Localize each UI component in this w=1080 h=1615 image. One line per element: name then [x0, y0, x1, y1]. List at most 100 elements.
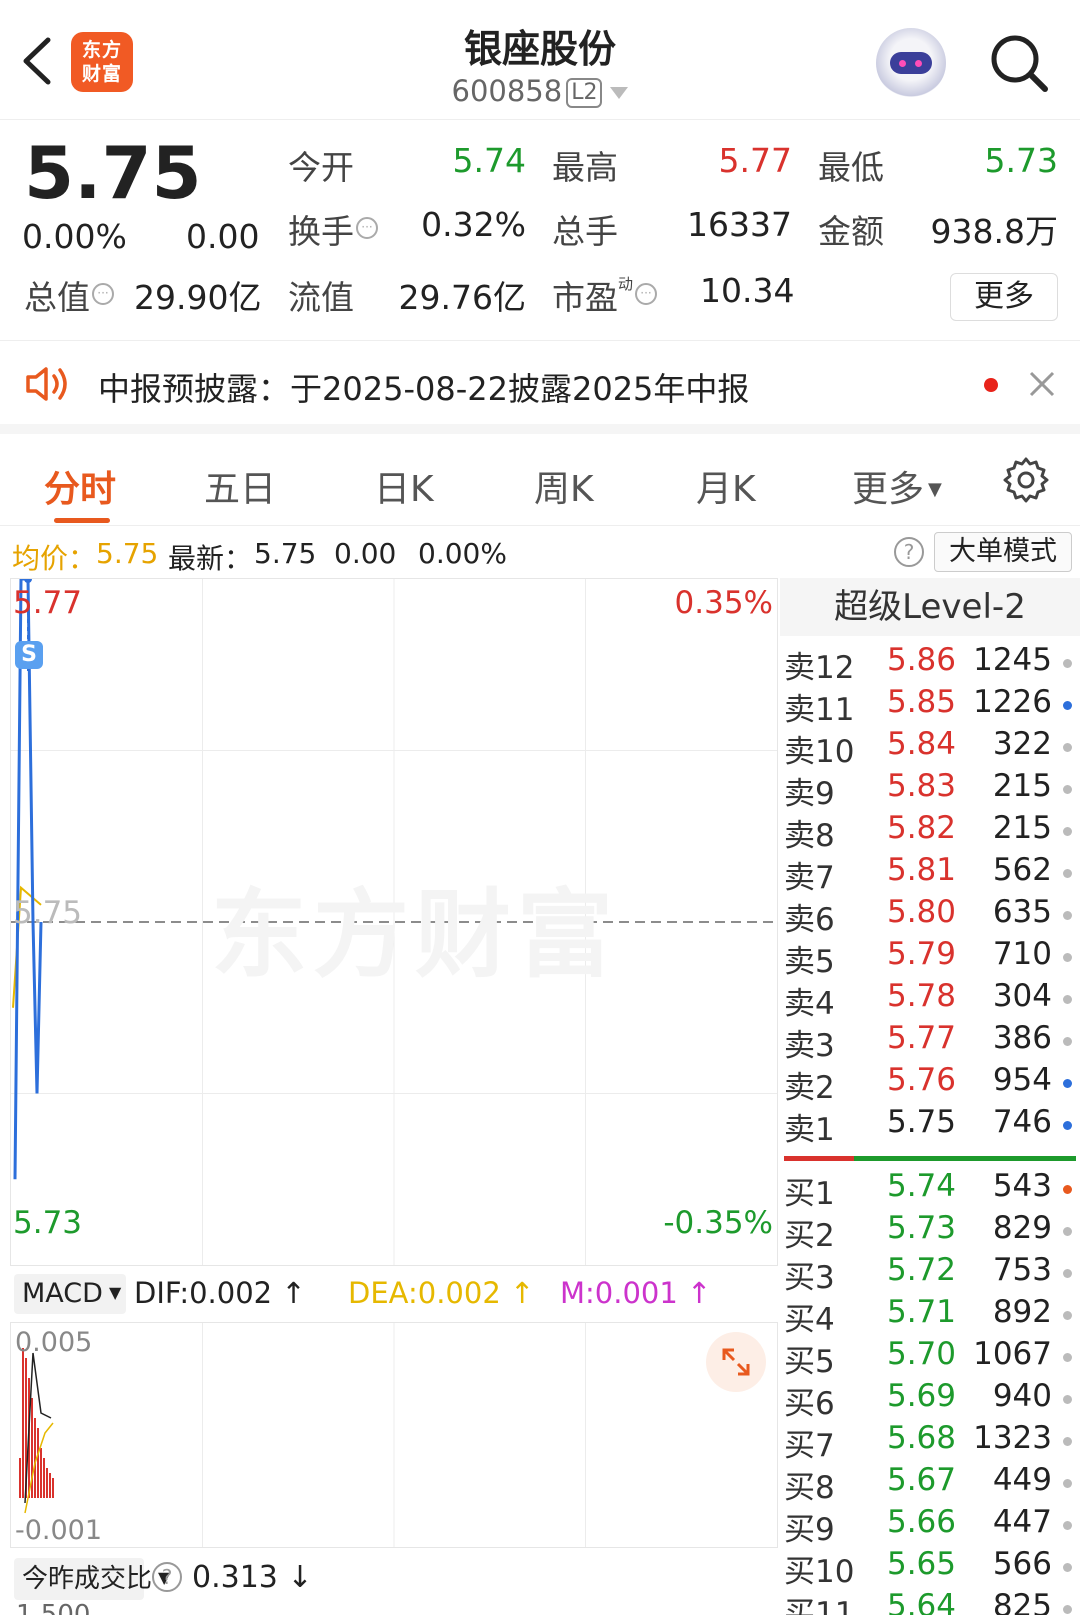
ask-row[interactable]: 卖1 5.75 746 [784, 1104, 1080, 1148]
macd-top-label: 0.005 [15, 1327, 93, 1358]
bid-row[interactable]: 买9 5.66 447 [784, 1504, 1080, 1548]
order-price: 5.69 [886, 1378, 956, 1414]
ask-row[interactable]: 卖10 5.84 322 [784, 726, 1080, 770]
latest-percent: 0.00% [418, 537, 507, 570]
order-volume: 449 [992, 1462, 1052, 1498]
ask-row[interactable]: 卖12 5.86 1245 [784, 642, 1080, 686]
bid-row[interactable]: 买10 5.65 566 [784, 1546, 1080, 1590]
order-level-label: 买8 [784, 1470, 835, 1506]
avg-price-row: 均价： 5.75 最新： 5.75 0.00 0.00% ? 大单模式 [0, 527, 1080, 577]
ask-row[interactable]: 卖4 5.78 304 [784, 978, 1080, 1022]
macd-m: M:0.001 ↑ [560, 1276, 712, 1310]
pe-label[interactable]: 市盈动 ··· [552, 271, 658, 319]
macd-bar: MACD ▼ DIF:0.002 ↑ DEA:0.002 ↑ M:0.001 ↑ [10, 1266, 778, 1322]
gear-icon[interactable] [1002, 456, 1050, 504]
macd-select[interactable]: MACD ▼ [14, 1274, 126, 1314]
order-dot [1063, 1185, 1072, 1194]
turnover-label[interactable]: 换手 ··· [288, 205, 378, 253]
s-marker-badge[interactable]: S [15, 641, 43, 669]
bid-row[interactable]: 买4 5.71 892 [784, 1294, 1080, 1338]
order-volume: 825 [992, 1588, 1052, 1615]
order-dot [1063, 701, 1072, 710]
quote-panel: 5.75 0.00% 0.00 今开 5.74 最高 5.77 最低 5.73 … [0, 121, 1080, 341]
bid-row[interactable]: 买1 5.74 543 [784, 1168, 1080, 1212]
volume-ratio-value: 0.313 ↓ [192, 1560, 313, 1595]
level-badge: L2 [566, 78, 603, 108]
amount-value: 938.8万 [930, 212, 1058, 251]
amount-label: 金额 [818, 212, 884, 251]
macd-chart[interactable]: 0.005 -0.001 [10, 1322, 778, 1548]
tab-more[interactable]: 更多 ▼ [852, 460, 942, 512]
macd-grid [202, 1323, 586, 1547]
tab-monthly-k[interactable]: 月K [696, 460, 756, 512]
y-label-bottom: 5.73 [13, 1205, 83, 1241]
bid-row[interactable]: 买11 5.64 825 [784, 1588, 1080, 1615]
order-price: 5.81 [886, 852, 956, 888]
change-percent: 0.00% [22, 217, 127, 256]
header: 东方 财富 银座股份 600858 L2 [0, 0, 1080, 120]
macd-bar [49, 1473, 51, 1498]
order-price: 5.86 [886, 642, 956, 678]
order-dot [1063, 1479, 1072, 1488]
unread-dot [984, 378, 998, 392]
bid-row[interactable]: 买2 5.73 829 [784, 1210, 1080, 1254]
search-icon[interactable] [988, 32, 1050, 94]
tab-daily-k[interactable]: 日K [374, 460, 434, 512]
y-label-right-top: 0.35% [674, 585, 773, 621]
macd-bar [40, 1448, 42, 1498]
macd-bar [34, 1418, 36, 1498]
float-value: 29.76亿 [398, 278, 526, 317]
bid-row[interactable]: 买3 5.72 753 [784, 1252, 1080, 1296]
high-label: 最高 [552, 148, 618, 187]
ask-row[interactable]: 卖11 5.85 1226 [784, 684, 1080, 728]
ask-row[interactable]: 卖9 5.83 215 [784, 768, 1080, 812]
bid-row[interactable]: 买8 5.67 449 [784, 1462, 1080, 1506]
ask-row[interactable]: 卖7 5.81 562 [784, 852, 1080, 896]
volume-ratio-select[interactable]: 今昨成交比 ▼ [14, 1558, 170, 1600]
order-volume: 940 [992, 1378, 1052, 1414]
more-quote-button[interactable]: 更多 [950, 273, 1058, 321]
order-price: 5.73 [886, 1210, 956, 1246]
tab-five-day[interactable]: 五日 [204, 460, 276, 512]
volume-value: 16337 [687, 205, 792, 244]
ask-row[interactable]: 卖2 5.76 954 [784, 1062, 1080, 1106]
order-price: 5.70 [886, 1336, 956, 1372]
help-icon[interactable]: ? [152, 1562, 182, 1592]
volume-label: 总手 [552, 212, 618, 251]
macd-chart-svg [19, 1323, 586, 1547]
order-dot [1063, 1563, 1072, 1572]
order-dot [1063, 785, 1072, 794]
order-level-label: 卖3 [784, 1028, 835, 1064]
chart-tabs: 分时 五日 日K 周K 月K 更多 ▼ [0, 434, 1080, 526]
assistant-robot-icon[interactable] [876, 28, 946, 98]
intraday-chart[interactable]: 东方财富 5.77 5.75 5.73 0.35% -0.35% S [10, 578, 778, 1266]
expand-button[interactable] [706, 1332, 766, 1392]
tab-weekly-k[interactable]: 周K [534, 460, 594, 512]
order-volume: 215 [992, 768, 1052, 804]
close-icon[interactable] [1026, 368, 1058, 400]
ask-row[interactable]: 卖3 5.77 386 [784, 1020, 1080, 1064]
order-volume: 1245 [973, 642, 1052, 678]
help-icon[interactable]: ? [894, 537, 924, 567]
level2-order-book[interactable]: 超级Level-2 卖12 5.86 1245 卖11 5.85 1226 卖10 5.84 3… [780, 578, 1080, 1615]
tab-intraday[interactable]: 分时 [44, 460, 116, 512]
order-level-label: 买6 [784, 1386, 835, 1422]
notice-bar[interactable]: 中报预披露：于2025-08-22披露2025年中报 [0, 342, 1080, 434]
mktcap-label[interactable]: 总值 ··· [24, 271, 114, 319]
bid-row[interactable]: 买7 5.68 1323 [784, 1420, 1080, 1464]
ask-row[interactable]: 卖8 5.82 215 [784, 810, 1080, 854]
bid-row[interactable]: 买5 5.70 1067 [784, 1336, 1080, 1380]
current-price: 5.75 [24, 131, 202, 215]
ask-row[interactable]: 卖6 5.80 635 [784, 894, 1080, 938]
order-level-label: 卖2 [784, 1070, 835, 1106]
big-order-mode-button[interactable]: 大单模式 [934, 532, 1072, 572]
ask-row[interactable]: 卖5 5.79 710 [784, 936, 1080, 980]
order-dot [1063, 1269, 1072, 1278]
order-level-label: 卖5 [784, 944, 835, 980]
order-price: 5.76 [886, 1062, 956, 1098]
volume-ratio-bar: 今昨成交比 ▼ ? 0.313 ↓ 1,500 [10, 1550, 778, 1615]
caret-down-icon: ▼ [928, 479, 942, 500]
order-level-label: 买5 [784, 1344, 835, 1380]
bid-row[interactable]: 买6 5.69 940 [784, 1378, 1080, 1422]
change-amount: 0.00 [186, 217, 260, 256]
